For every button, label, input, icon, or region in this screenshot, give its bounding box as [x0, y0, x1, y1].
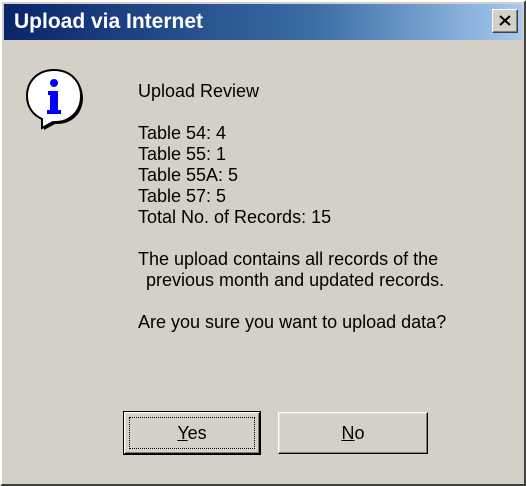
count-table-55a: Table 55A: 5 — [138, 165, 239, 185]
yes-mnemonic: Y — [177, 423, 188, 443]
no-label-rest: o — [354, 423, 365, 443]
message-heading: Upload Review — [138, 81, 260, 101]
count-table-57: Table 57: 5 — [138, 186, 227, 206]
window-title: Upload via Internet — [14, 10, 204, 33]
information-icon — [25, 68, 83, 130]
upload-dialog: Upload via Internet Upload Review Table … — [0, 0, 526, 486]
close-icon — [499, 15, 511, 26]
yes-label-rest: es — [187, 423, 207, 443]
no-mnemonic: N — [341, 423, 355, 443]
confirm-question: Are you sure you want to upload data? — [138, 312, 447, 332]
note-line-1: The upload contains all records of the — [138, 249, 439, 269]
yes-button[interactable]: Yes — [123, 411, 261, 455]
note-line-2: previous month and updated records. — [146, 270, 445, 290]
count-table-55: Table 55: 1 — [138, 144, 227, 164]
no-button[interactable]: No — [278, 412, 428, 454]
count-total-records: Total No. of Records: 15 — [138, 207, 332, 227]
close-button[interactable] — [492, 9, 518, 33]
title-bar[interactable]: Upload via Internet — [4, 4, 522, 40]
message-area: Upload Review Table 54: 4 Table 55: 1 Ta… — [138, 81, 518, 333]
count-table-54: Table 54: 4 — [138, 123, 227, 143]
